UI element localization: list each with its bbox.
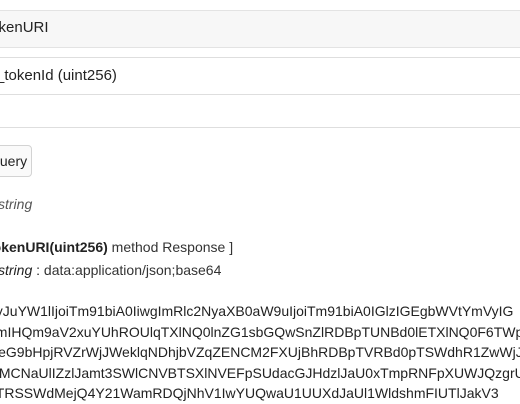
response-type-line: string : data:application/json;base64 bbox=[0, 262, 221, 278]
response-data-line: HeG9bHpjRVZrWjJWeklqNDhjbVZqZENCM2FXUjBh… bbox=[0, 344, 520, 360]
response-colon: : bbox=[32, 262, 44, 278]
response-title-suffix: method Response ] bbox=[107, 239, 234, 255]
response-data-line: eyJuYW1lIjoiTm91biA0IiwgImRlc2NyaXB0aW9u… bbox=[0, 303, 514, 319]
function-header[interactable] bbox=[0, 10, 520, 48]
token-id-input[interactable] bbox=[0, 94, 520, 128]
response-title: tokenURI(uint256) method Response ] bbox=[0, 239, 233, 255]
response-value: data:application/json;base64 bbox=[43, 262, 222, 278]
response-type: string bbox=[0, 262, 33, 278]
response-data-line: bTRSSWdMejQ4Y21WamRDQjNhV1IwYUQwaU1UUXdJ… bbox=[0, 385, 499, 401]
response-data-line: 9mIHQm9aV2xuYUhROUlqTXlNQ0lnZG1sbGQwSnZl… bbox=[0, 323, 520, 340]
function-title: tokenURI bbox=[0, 19, 49, 36]
query-button[interactable]: Query bbox=[0, 145, 32, 177]
response-method: tokenURI(uint256) bbox=[0, 239, 108, 255]
output-type-hint: string bbox=[0, 196, 33, 212]
response-data-line: OMCNaUlIZzlJamt3SWlCNVBTSXlNVEFpSUdacGJH… bbox=[0, 364, 520, 381]
response-data: eyJuYW1lIjoiTm91biA0IiwgImRlc2NyaXB0aW9u… bbox=[0, 301, 520, 404]
param-label: _tokenId (uint256) bbox=[0, 67, 117, 84]
